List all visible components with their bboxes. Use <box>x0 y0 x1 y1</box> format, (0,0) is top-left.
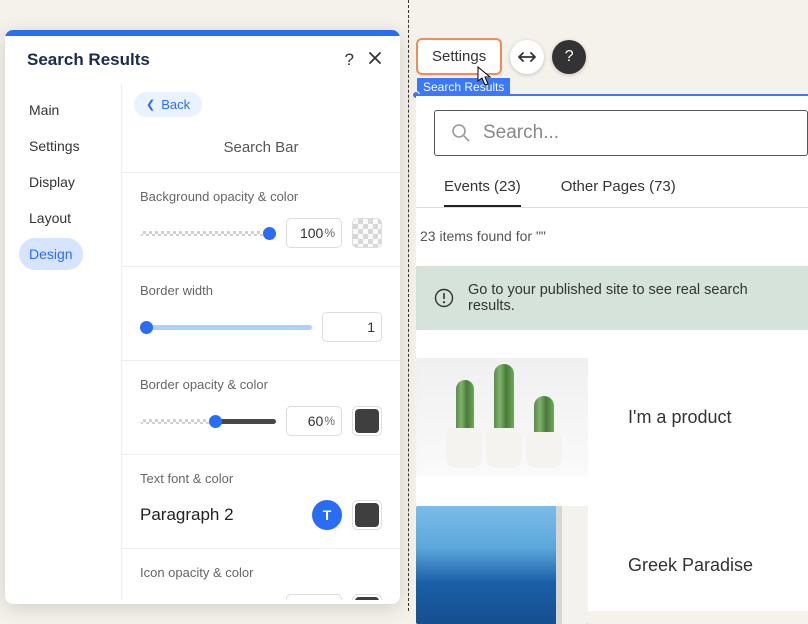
sidebar-item-layout[interactable]: Layout <box>19 202 81 234</box>
chevron-left-icon: ❮ <box>146 98 155 111</box>
control-icon-opacity: Icon opacity & color 60% <box>122 548 400 600</box>
back-button[interactable]: ❮ Back <box>134 92 202 117</box>
help-icon: ? <box>565 48 574 66</box>
color-swatch[interactable] <box>352 500 382 530</box>
control-border-opacity: Border opacity & color 60% <box>122 360 400 454</box>
tab-other-pages[interactable]: Other Pages (73) <box>561 178 676 207</box>
control-label: Background opacity & color <box>140 189 382 204</box>
color-swatch[interactable] <box>352 218 382 248</box>
sidebar-item-design[interactable]: Design <box>19 238 83 270</box>
result-thumbnail <box>416 358 588 476</box>
control-label: Border width <box>140 283 382 298</box>
color-swatch[interactable] <box>352 406 382 436</box>
results-count-text: 23 items found for "" <box>420 228 808 244</box>
opacity-slider[interactable] <box>140 226 276 240</box>
result-tabs: Events (23) Other Pages (73) <box>444 178 808 207</box>
search-input[interactable]: Search... <box>434 110 808 156</box>
font-name: Paragraph 2 <box>140 505 302 525</box>
font-picker-button[interactable]: T <box>312 500 342 530</box>
back-label: Back <box>161 97 190 112</box>
result-thumbnail <box>416 506 588 624</box>
stretch-button[interactable] <box>510 40 544 74</box>
control-text-font: Text font & color Paragraph 2 T <box>122 454 400 548</box>
width-value[interactable]: 1 <box>322 312 382 342</box>
column-guide <box>408 0 409 611</box>
panel-content: ❮ Back Search Bar Background opacity & c… <box>121 84 400 600</box>
tab-events[interactable]: Events (23) <box>444 178 521 207</box>
result-item[interactable]: Greek Paradise <box>416 506 808 624</box>
stretch-icon <box>518 51 536 63</box>
preview-notice: Go to your published site to see real se… <box>416 266 808 330</box>
panel-title: Search Results <box>27 50 150 70</box>
slider-thumb[interactable] <box>209 415 222 428</box>
settings-button[interactable]: Settings <box>416 38 502 75</box>
search-icon <box>451 123 471 143</box>
opacity-value[interactable]: 100% <box>286 218 342 248</box>
control-bg-opacity: Background opacity & color 100% <box>122 172 400 266</box>
sidebar-item-settings[interactable]: Settings <box>19 130 90 162</box>
opacity-slider[interactable] <box>140 414 276 428</box>
opacity-value[interactable]: 60% <box>286 406 342 436</box>
control-label: Border opacity & color <box>140 377 382 392</box>
control-label: Icon opacity & color <box>140 565 382 580</box>
width-slider[interactable] <box>140 320 312 334</box>
control-label: Text font & color <box>140 471 382 486</box>
slider-thumb[interactable] <box>140 321 153 334</box>
info-icon <box>434 288 454 308</box>
panel-header: Search Results ? <box>5 36 400 84</box>
sidebar-item-display[interactable]: Display <box>19 166 85 198</box>
results-list: I'm a product Greek Paradise <box>416 358 808 624</box>
result-title: I'm a product <box>628 407 731 428</box>
sidebar-item-main[interactable]: Main <box>19 94 69 126</box>
search-results-preview: Search... Events (23) Other Pages (73) 2… <box>416 96 808 611</box>
help-button[interactable]: ? <box>552 40 586 74</box>
panel-help-icon[interactable]: ? <box>345 50 354 70</box>
slider-thumb[interactable] <box>263 227 276 240</box>
widget-toolbar: Settings ? <box>416 38 586 75</box>
search-placeholder: Search... <box>483 122 559 144</box>
panel-sidebar: Main Settings Display Layout Design <box>5 84 121 600</box>
close-icon[interactable] <box>368 50 382 70</box>
settings-panel: Search Results ? Main Settings Display L… <box>5 30 400 604</box>
result-title: Greek Paradise <box>628 555 753 576</box>
section-title: Search Bar <box>122 125 400 172</box>
result-item[interactable]: I'm a product <box>416 358 808 476</box>
tabs-underline <box>416 207 808 208</box>
notice-text: Go to your published site to see real se… <box>468 282 790 314</box>
color-swatch[interactable] <box>352 594 382 600</box>
opacity-value[interactable]: 60% <box>286 594 342 600</box>
control-border-width: Border width 1 <box>122 266 400 360</box>
